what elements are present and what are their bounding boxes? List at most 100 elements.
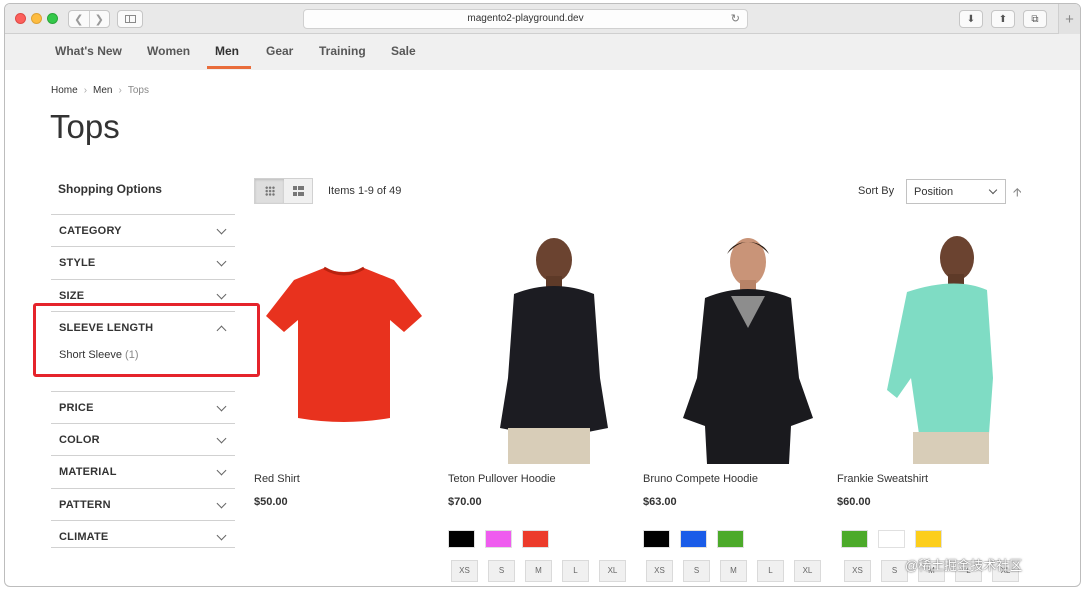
sort-select[interactable]: Position	[906, 179, 1006, 204]
forward-icon[interactable]: ❯	[90, 11, 110, 27]
color-swatch-red[interactable]	[522, 530, 549, 548]
items-count: Items 1-9 of 49	[328, 185, 402, 197]
active-nav-indicator	[207, 66, 251, 69]
tabs-icon[interactable]: ⧉	[1023, 10, 1047, 28]
sort-by-label: Sort By	[858, 185, 895, 197]
color-swatch-white[interactable]	[878, 530, 905, 548]
size-option-m[interactable]: M	[525, 560, 552, 582]
filter-material[interactable]: MATERIAL	[51, 455, 235, 487]
filter-price[interactable]: PRICE	[51, 391, 235, 423]
chevron-down-icon	[216, 256, 227, 267]
product-name[interactable]: Frankie Sweatshirt	[837, 473, 928, 485]
history-buttons: ❮ ❯	[68, 10, 110, 28]
product-image-teton-pullover-hoodie[interactable]	[448, 228, 628, 464]
chevron-down-icon	[216, 498, 227, 509]
filter-pattern[interactable]: PATTERN	[51, 488, 235, 520]
nav-item-gear[interactable]: Gear	[266, 44, 293, 58]
page-title: Tops	[50, 108, 120, 145]
watermark: @稀土掘金技术社区	[905, 558, 1023, 573]
nav-item-men[interactable]: Men	[215, 44, 239, 58]
breadcrumb: Home › Men › Tops	[51, 85, 149, 96]
close-window-button[interactable]	[15, 13, 26, 24]
product-image-frankie-sweatshirt[interactable]	[837, 228, 1017, 464]
filter-divider	[51, 547, 235, 548]
product-price: $70.00	[448, 496, 482, 508]
filter-label: STYLE	[59, 257, 96, 269]
sort-select-value: Position	[914, 186, 954, 198]
grid-icon	[265, 186, 275, 196]
list-icon[interactable]	[293, 186, 304, 196]
chevron-down-icon	[216, 530, 227, 541]
download-icon[interactable]: ⬇	[959, 10, 983, 28]
maximize-window-button[interactable]	[47, 13, 58, 24]
chevron-down-icon	[216, 224, 227, 235]
filter-label: COLOR	[59, 434, 100, 446]
filter-label: CATEGORY	[59, 225, 122, 237]
size-option-m[interactable]: M	[720, 560, 747, 582]
filter-style[interactable]: STYLE	[51, 246, 235, 278]
nav-item-training[interactable]: Training	[319, 44, 366, 58]
sort-direction-arrow-up-icon[interactable]: 🡩	[1013, 183, 1022, 204]
breadcrumb-current: Tops	[127, 85, 149, 96]
minimize-window-button[interactable]	[31, 13, 42, 24]
product-price: $63.00	[643, 496, 677, 508]
size-option-s[interactable]: S	[881, 560, 908, 582]
filter-label: CLIMATE	[59, 531, 109, 543]
size-option-s[interactable]: S	[488, 560, 515, 582]
size-option-xl[interactable]: XL	[794, 560, 821, 582]
chevron-down-icon	[216, 289, 227, 300]
size-option-s[interactable]: S	[683, 560, 710, 582]
chevron-down-icon	[216, 401, 227, 412]
filter-label: SIZE	[59, 290, 85, 302]
size-option-l[interactable]: L	[562, 560, 589, 582]
nav-item-women[interactable]: Women	[147, 44, 190, 58]
new-tab-button[interactable]: +	[1058, 4, 1080, 34]
product-name[interactable]: Bruno Compete Hoodie	[643, 473, 758, 485]
product-price: $60.00	[837, 496, 871, 508]
breadcrumb-men[interactable]: Men	[93, 85, 112, 96]
chevron-down-icon	[216, 433, 227, 444]
grid-view-button[interactable]	[255, 179, 284, 203]
shopping-options-heading: Shopping Options	[58, 182, 162, 196]
color-swatch-black[interactable]	[448, 530, 475, 548]
filter-category[interactable]: CATEGORY	[51, 214, 235, 246]
product-price: $50.00	[254, 496, 288, 508]
product-name[interactable]: Teton Pullover Hoodie	[448, 473, 556, 485]
sidebar-toggle-button[interactable]	[117, 10, 143, 28]
address-bar[interactable]: magento2-playground.dev ↻	[303, 9, 748, 29]
sidebar-icon	[125, 15, 136, 23]
product-name[interactable]: Red Shirt	[254, 473, 300, 485]
breadcrumb-separator-icon: ›	[118, 85, 122, 96]
size-option-xl[interactable]: XL	[599, 560, 626, 582]
color-swatch-green[interactable]	[717, 530, 744, 548]
back-icon[interactable]: ❮	[69, 11, 90, 27]
url-text: magento2-playground.dev	[467, 13, 584, 24]
main-navigation: What's New Women Men Gear Training Sale	[5, 34, 1080, 70]
share-icon[interactable]: ⬆	[991, 10, 1015, 28]
annotation-highlight-box	[33, 303, 260, 377]
size-option-xs[interactable]: XS	[646, 560, 673, 582]
product-image-bruno-compete-hoodie[interactable]	[643, 228, 823, 464]
color-swatch-yellow[interactable]	[915, 530, 942, 548]
product-image-red-shirt[interactable]	[254, 228, 434, 464]
view-mode-switcher	[254, 178, 313, 204]
reload-icon[interactable]: ↻	[731, 10, 740, 28]
color-swatch-green[interactable]	[841, 530, 868, 548]
filter-label: PRICE	[59, 402, 94, 414]
breadcrumb-home[interactable]: Home	[51, 85, 78, 96]
nav-item-sale[interactable]: Sale	[391, 44, 416, 58]
color-swatch-pink[interactable]	[485, 530, 512, 548]
browser-toolbar: ❮ ❯ magento2-playground.dev ↻ ⬇ ⬆ ⧉ +	[5, 4, 1080, 34]
size-option-xs[interactable]: XS	[451, 560, 478, 582]
color-swatch-blue[interactable]	[680, 530, 707, 548]
nav-item-whats-new[interactable]: What's New	[55, 44, 122, 58]
size-option-xs[interactable]: XS	[844, 560, 871, 582]
breadcrumb-separator-icon: ›	[83, 85, 88, 96]
size-option-l[interactable]: L	[757, 560, 784, 582]
color-swatch-black[interactable]	[643, 530, 670, 548]
filter-color[interactable]: COLOR	[51, 423, 235, 455]
filter-label: MATERIAL	[59, 466, 117, 478]
chevron-down-icon	[988, 185, 998, 195]
chevron-down-icon	[216, 465, 227, 476]
filter-label: PATTERN	[59, 499, 111, 511]
